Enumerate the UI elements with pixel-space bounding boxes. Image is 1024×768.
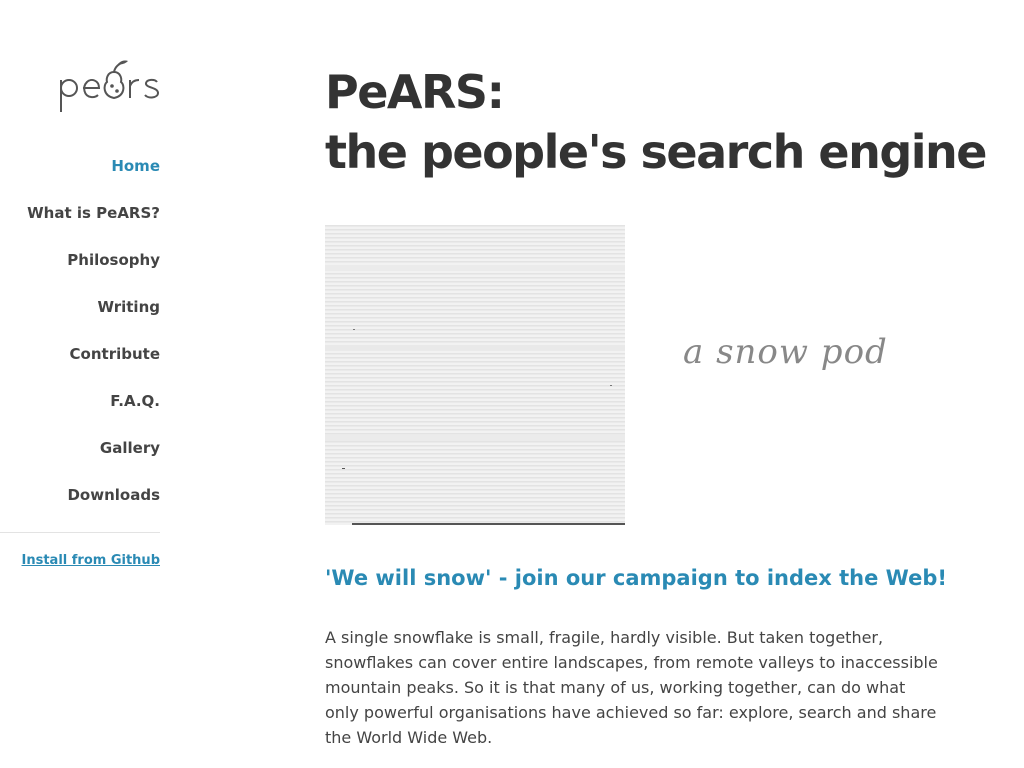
hero-caption: a snow pod (683, 332, 888, 372)
page-title: PeARS: the people's search engine (325, 62, 987, 182)
nav-item-home[interactable]: Home (0, 155, 160, 202)
nav-item-philosophy[interactable]: Philosophy (0, 249, 160, 296)
page-title-line-2: the people's search engine (325, 125, 987, 179)
sidebar: Home What is PeARS? Philosophy Writing C… (0, 0, 160, 768)
nav-item-contribute[interactable]: Contribute (0, 343, 160, 390)
main-nav: Home What is PeARS? Philosophy Writing C… (0, 155, 160, 531)
nav-item-faq[interactable]: F.A.Q. (0, 390, 160, 437)
nav-item-what-is-pears[interactable]: What is PeARS? (0, 202, 160, 249)
nav-divider (0, 532, 160, 533)
campaign-heading[interactable]: 'We will snow' - join our campaign to in… (325, 566, 947, 590)
hero-image (325, 225, 625, 525)
pear-logo-icon (60, 60, 160, 112)
snow-texture-image (325, 225, 625, 525)
intro-paragraph: A single snowflake is small, fragile, ha… (325, 628, 938, 747)
nav-item-downloads[interactable]: Downloads (0, 484, 160, 531)
install-from-github-link[interactable]: Install from Github (22, 553, 160, 568)
nav-item-gallery[interactable]: Gallery (0, 437, 160, 484)
page-title-line-1: PeARS: (325, 65, 505, 119)
pears-logo[interactable] (58, 58, 162, 114)
nav-item-writing[interactable]: Writing (0, 296, 160, 343)
